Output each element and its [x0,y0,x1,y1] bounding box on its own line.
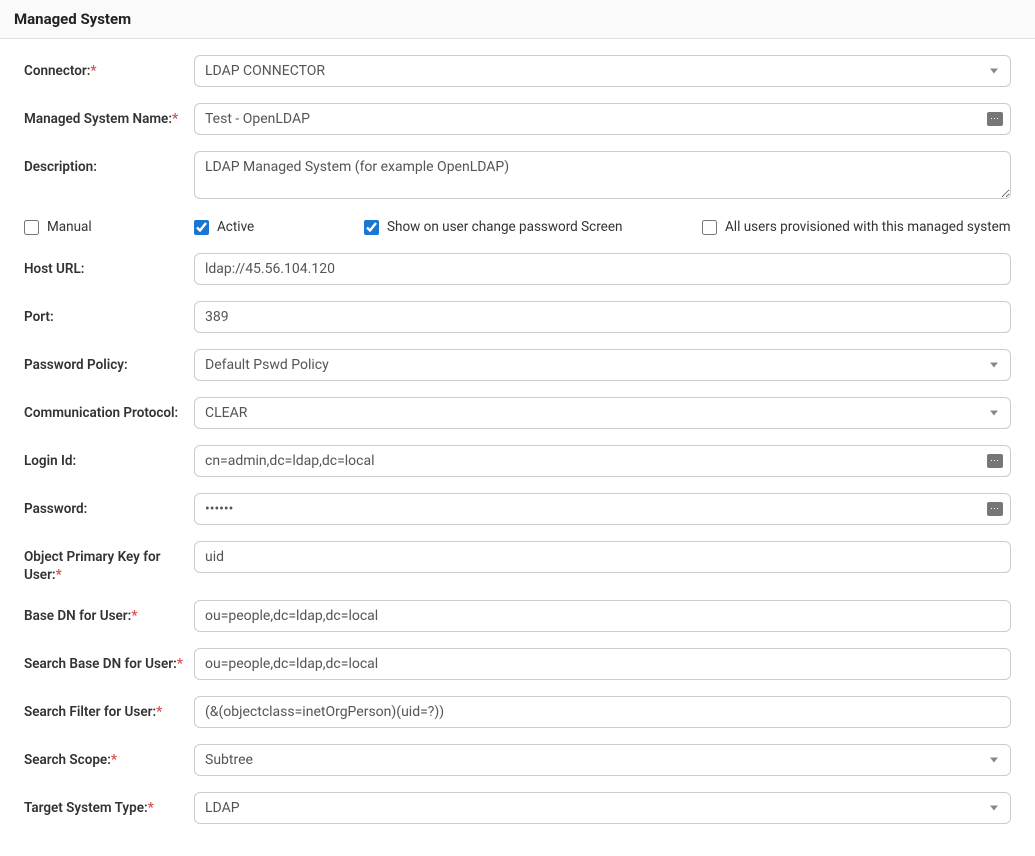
search-scope-select[interactable]: Subtree [194,744,1011,776]
search-scope-select-value: Subtree [205,752,253,768]
row-search-base-dn-user: Search Base DN for User:* [24,648,1011,680]
row-target-system-type: Target System Type:* LDAP [24,792,1011,824]
row-base-dn-user: Base DN for User:* [24,600,1011,632]
row-search-scope: Search Scope:* Subtree [24,744,1011,776]
label-comm-protocol: Communication Protocol: [24,397,194,423]
chevron-down-icon [990,411,998,416]
label-search-filter-user: Search Filter for User:* [24,696,194,722]
panel-title: Managed System [0,0,1035,39]
base-dn-user-input[interactable] [194,600,1011,632]
connector-select[interactable]: LDAP CONNECTOR [194,55,1011,87]
password-policy-select-value: Default Pswd Policy [205,357,329,373]
ellipsis-icon[interactable] [987,502,1003,516]
form-container: Connector:* LDAP CONNECTOR Managed Syste… [0,39,1035,838]
checkbox-active-label: Active [217,219,254,235]
row-port: Port: [24,301,1011,333]
label-description: Description: [24,151,194,177]
checkbox-manual[interactable]: Manual [24,219,194,235]
comm-protocol-select[interactable]: CLEAR [194,397,1011,429]
label-managed-system-name: Managed System Name:* [24,103,194,129]
label-port: Port: [24,301,194,327]
chevron-down-icon [990,758,998,763]
managed-system-name-input[interactable] [194,103,1011,135]
password-input[interactable] [194,493,1011,525]
object-primary-key-input[interactable] [194,541,1011,573]
chevron-down-icon [990,69,998,74]
row-host-url: Host URL: [24,253,1011,285]
label-password-policy: Password Policy: [24,349,194,375]
row-managed-system-name: Managed System Name:* [24,103,1011,135]
row-password-policy: Password Policy: Default Pswd Policy [24,349,1011,381]
label-search-base-dn-user: Search Base DN for User:* [24,648,194,674]
port-input[interactable] [194,301,1011,333]
target-system-type-select-value: LDAP [205,800,240,816]
description-textarea[interactable]: LDAP Managed System (for example OpenLDA… [194,151,1011,199]
checkbox-active-input[interactable] [194,220,209,235]
label-search-scope: Search Scope:* [24,744,194,770]
checkbox-manual-input[interactable] [24,220,39,235]
label-host-url: Host URL: [24,253,194,279]
checkbox-active[interactable]: Active [194,219,364,235]
target-system-type-select[interactable]: LDAP [194,792,1011,824]
checkbox-show-on-pwd[interactable]: Show on user change password Screen [364,219,702,235]
search-base-dn-user-input[interactable] [194,648,1011,680]
checkbox-show-on-pwd-label: Show on user change password Screen [387,219,622,235]
checkbox-all-users-prov-input[interactable] [702,220,717,235]
comm-protocol-select-value: CLEAR [205,405,247,421]
ellipsis-icon[interactable] [987,454,1003,468]
label-connector: Connector:* [24,55,194,81]
connector-select-value: LDAP CONNECTOR [205,63,325,79]
row-description: Description: LDAP Managed System (for ex… [24,151,1011,203]
ellipsis-icon[interactable] [987,112,1003,126]
label-target-system-type: Target System Type:* [24,792,194,818]
chevron-down-icon [990,806,998,811]
label-base-dn-user: Base DN for User:* [24,600,194,626]
checkbox-row: Manual Active Show on user change passwo… [24,219,1011,235]
row-login-id: Login Id: [24,445,1011,477]
row-comm-protocol: Communication Protocol: CLEAR [24,397,1011,429]
host-url-input[interactable] [194,253,1011,285]
row-object-primary-key: Object Primary Key for User:* [24,541,1011,584]
checkbox-all-users-prov-label: All users provisioned with this managed … [725,219,1011,235]
checkbox-all-users-prov[interactable]: All users provisioned with this managed … [702,219,1011,235]
checkbox-show-on-pwd-input[interactable] [364,220,379,235]
login-id-input[interactable] [194,445,1011,477]
row-connector: Connector:* LDAP CONNECTOR [24,55,1011,87]
password-policy-select[interactable]: Default Pswd Policy [194,349,1011,381]
search-filter-user-input[interactable] [194,696,1011,728]
row-search-filter-user: Search Filter for User:* [24,696,1011,728]
label-login-id: Login Id: [24,445,194,471]
row-password: Password: [24,493,1011,525]
chevron-down-icon [990,363,998,368]
label-password: Password: [24,493,194,519]
label-object-primary-key: Object Primary Key for User:* [24,541,194,584]
checkbox-manual-label: Manual [47,219,92,235]
